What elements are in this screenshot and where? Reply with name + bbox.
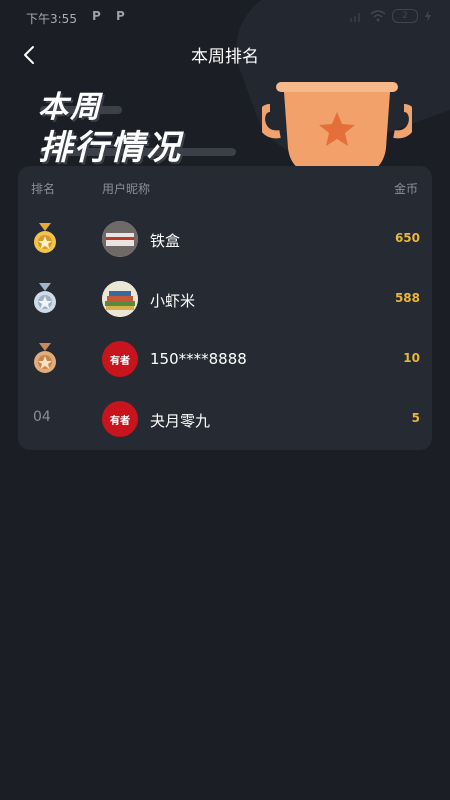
header-coins: 金币 bbox=[393, 182, 418, 196]
silver-medal-icon bbox=[34, 283, 56, 313]
nav-bar: 本周排名 bbox=[0, 36, 450, 72]
coin-count: 650 bbox=[394, 231, 420, 245]
ranking-card: 排名 用户昵称 金币 铁盒 650 小虾米 588 有者 150****8888… bbox=[18, 166, 432, 450]
rank-number: 04 bbox=[33, 409, 51, 425]
page-title: 本周排名 bbox=[191, 47, 259, 67]
avatar bbox=[102, 281, 138, 317]
status-time: 下午3:55 bbox=[26, 12, 77, 26]
avatar-image bbox=[102, 221, 138, 257]
avatar: 有者 bbox=[102, 401, 138, 437]
nickname: 小虾米 bbox=[150, 292, 196, 310]
table-row[interactable]: 有者 150****8888 10 bbox=[18, 329, 432, 389]
bronze-medal-icon bbox=[34, 343, 56, 373]
table-row[interactable]: 04 有者 夬月零九 5 bbox=[18, 389, 432, 449]
coin-count: 10 bbox=[403, 351, 420, 365]
nickname: 铁盒 bbox=[150, 232, 181, 250]
avatar: 有者 bbox=[102, 341, 138, 377]
trophy-icon bbox=[262, 82, 412, 174]
nickname: 150****8888 bbox=[150, 350, 247, 368]
table-row[interactable]: 小虾米 588 bbox=[18, 269, 432, 329]
coin-count: 588 bbox=[394, 291, 420, 305]
banner: 本周 排行情况 bbox=[0, 76, 450, 176]
nickname: 夬月零九 bbox=[150, 412, 211, 430]
table-header: 排名 用户昵称 金币 bbox=[18, 180, 432, 196]
coin-count: 5 bbox=[411, 411, 420, 425]
header-nickname: 用户昵称 bbox=[102, 182, 151, 196]
avatar-image bbox=[102, 281, 138, 317]
banner-title-line2: 排行情况 bbox=[38, 128, 182, 168]
table-row[interactable]: 铁盒 650 bbox=[18, 209, 432, 269]
notification-p-icon: P bbox=[92, 9, 101, 23]
header-rank: 排名 bbox=[31, 182, 56, 196]
gold-medal-icon bbox=[34, 223, 56, 253]
avatar bbox=[102, 221, 138, 257]
notification-p-icon-2: P bbox=[116, 9, 125, 23]
